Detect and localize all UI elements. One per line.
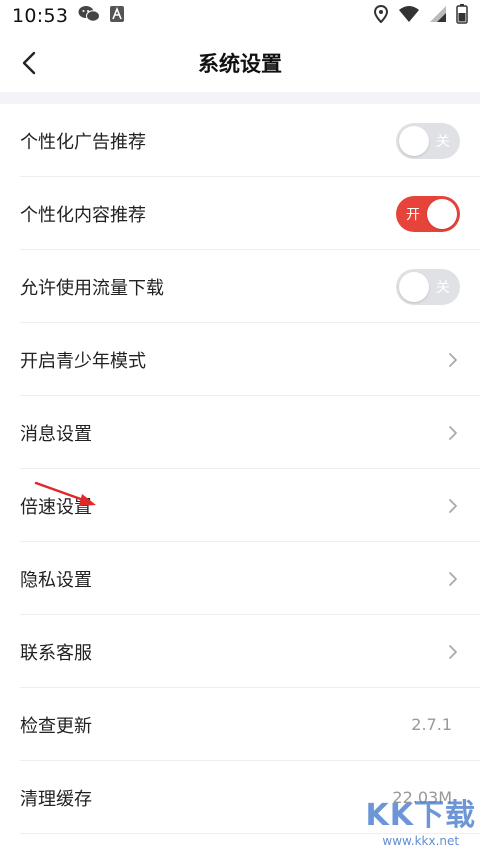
setting-personalized-ads[interactable]: 个性化广告推荐 关	[0, 104, 480, 177]
setting-mobile-data-download[interactable]: 允许使用流量下载 关	[0, 250, 480, 323]
setting-label: 允许使用流量下载	[20, 277, 164, 299]
toggle-state-label: 开	[406, 206, 420, 223]
signal-icon	[430, 5, 446, 28]
page-title: 系统设置	[198, 52, 282, 76]
personalized-content-toggle[interactable]: 开	[396, 195, 460, 232]
setting-label: 消息设置	[20, 423, 92, 445]
app-notification-icon	[110, 5, 125, 27]
setting-message[interactable]: 消息设置	[0, 396, 480, 469]
app-bar: 系统设置	[0, 34, 480, 92]
back-button[interactable]	[14, 48, 44, 78]
chevron-right-icon	[446, 643, 460, 661]
toggle-state-label: 关	[436, 133, 450, 150]
wechat-icon	[78, 5, 101, 28]
toggle-knob	[399, 125, 429, 156]
section-separator	[0, 92, 480, 104]
setting-label: 隐私设置	[20, 569, 92, 591]
watermark: KK下载 www.kkx.net	[366, 790, 477, 848]
setting-label: 联系客服	[20, 642, 92, 664]
setting-check-update[interactable]: 检查更新 2.7.1	[0, 688, 480, 761]
setting-privacy[interactable]: 隐私设置	[0, 542, 480, 615]
setting-label: 清理缓存	[20, 788, 92, 810]
setting-label: 个性化内容推荐	[20, 204, 146, 226]
setting-customer-service[interactable]: 联系客服	[0, 615, 480, 688]
toggle-state-label: 关	[436, 279, 450, 296]
setting-youth-mode[interactable]: 开启青少年模式	[0, 323, 480, 396]
annotation-arrow-icon	[34, 480, 104, 514]
setting-label: 个性化广告推荐	[20, 131, 146, 153]
toggle-knob	[399, 271, 429, 302]
setting-label: 开启青少年模式	[20, 350, 146, 372]
battery-icon	[456, 3, 468, 29]
status-bar: 10:53	[0, 0, 480, 32]
chevron-right-icon	[446, 497, 460, 515]
toggle-knob	[427, 198, 457, 229]
chevron-left-icon	[22, 51, 36, 75]
setting-personalized-content[interactable]: 个性化内容推荐 开	[0, 177, 480, 250]
status-time: 10:53	[12, 5, 69, 27]
personalized-ads-toggle[interactable]: 关	[396, 122, 460, 159]
version-value: 2.7.1	[411, 715, 452, 734]
wifi-icon	[398, 5, 420, 28]
chevron-right-icon	[446, 424, 460, 442]
chevron-right-icon	[446, 570, 460, 588]
mobile-data-download-toggle[interactable]: 关	[396, 268, 460, 305]
watermark-url: www.kkx.net	[382, 834, 460, 848]
settings-list: 个性化广告推荐 关 个性化内容推荐 开 允许使用流量下载 关 开启青少年模式 消…	[0, 104, 480, 834]
chevron-right-icon	[446, 351, 460, 369]
watermark-logo: KK下载	[365, 798, 476, 833]
location-icon	[373, 4, 389, 28]
setting-label: 检查更新	[20, 715, 92, 737]
